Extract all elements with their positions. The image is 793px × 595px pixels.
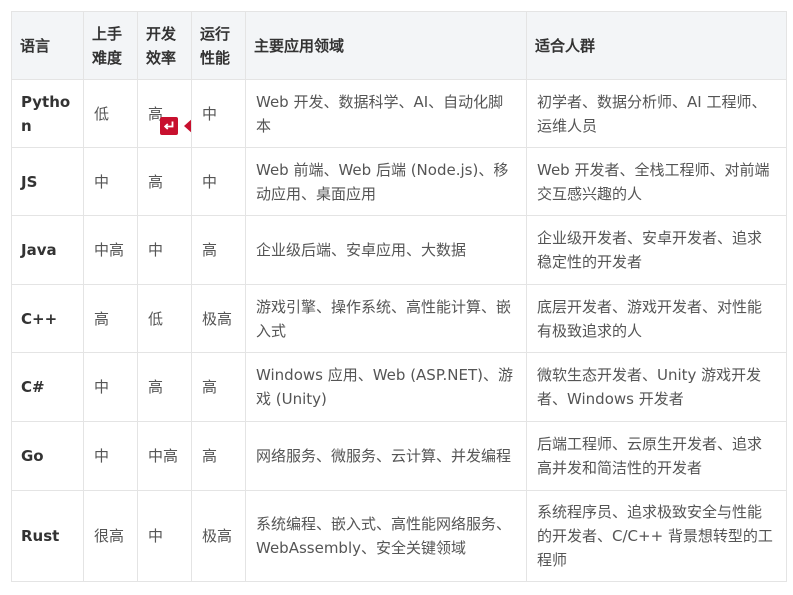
cell-lang: Python <box>11 79 84 148</box>
comparison-table-wrapper: 语言 上手难度 开发效率 运行性能 主要应用领域 适合人群 Python 低 高 <box>11 11 787 582</box>
cell-performance: 高 <box>191 215 246 285</box>
cell-efficiency: 中 <box>137 215 192 285</box>
cell-efficiency: 中 <box>137 490 192 582</box>
cell-audience: 系统程序员、追求极致安全与性能的开发者、C/C++ 背景想转型的工程师 <box>526 490 787 582</box>
cell-applications: Web 开发、数据科学、AI、自动化脚本 <box>245 79 527 148</box>
cursor-triangle-icon <box>184 118 191 134</box>
table-row: Java 中高 中 高 企业级后端、安卓应用、大数据 企业级开发者、安卓开发者、… <box>11 215 787 285</box>
cell-performance: 高 <box>191 421 246 491</box>
cell-efficiency[interactable]: 高 <box>137 79 192 148</box>
cell-lang: Rust <box>11 490 84 582</box>
cell-difficulty: 高 <box>83 284 138 353</box>
cell-audience: 后端工程师、云原生开发者、追求高并发和简洁性的开发者 <box>526 421 787 491</box>
table-row: C# 中 高 高 Windows 应用、Web (ASP.NET)、游戏 (Un… <box>11 352 787 422</box>
cell-lang: JS <box>11 147 84 216</box>
cell-performance: 极高 <box>191 490 246 582</box>
cell-performance: 中 <box>191 79 246 148</box>
table-row: Rust 很高 中 极高 系统编程、嵌入式、高性能网络服务、WebAssembl… <box>11 490 787 582</box>
cell-difficulty: 中高 <box>83 215 138 285</box>
cell-performance: 极高 <box>191 284 246 353</box>
header-lang: 语言 <box>11 11 84 80</box>
cell-audience: 底层开发者、游戏开发者、对性能有极致追求的人 <box>526 284 787 353</box>
table-header-row: 语言 上手难度 开发效率 运行性能 主要应用领域 适合人群 <box>11 11 787 80</box>
table-row: Go 中 中高 高 网络服务、微服务、云计算、并发编程 后端工程师、云原生开发者… <box>11 421 787 491</box>
cell-efficiency: 低 <box>137 284 192 353</box>
cell-audience: 微软生态开发者、Unity 游戏开发者、Windows 开发者 <box>526 352 787 422</box>
cell-difficulty: 中 <box>83 352 138 422</box>
cell-efficiency: 中高 <box>137 421 192 491</box>
cell-applications: 系统编程、嵌入式、高性能网络服务、WebAssembly、安全关键领域 <box>245 490 527 582</box>
cell-applications: 网络服务、微服务、云计算、并发编程 <box>245 421 527 491</box>
table-row: C++ 高 低 极高 游戏引擎、操作系统、高性能计算、嵌入式 底层开发者、游戏开… <box>11 284 787 353</box>
cell-lang: C# <box>11 352 84 422</box>
language-comparison-table: 语言 上手难度 开发效率 运行性能 主要应用领域 适合人群 Python 低 高 <box>11 11 787 582</box>
cell-lang: C++ <box>11 284 84 353</box>
cell-difficulty: 很高 <box>83 490 138 582</box>
cell-applications: 企业级后端、安卓应用、大数据 <box>245 215 527 285</box>
cell-audience: 企业级开发者、安卓开发者、追求稳定性的开发者 <box>526 215 787 285</box>
cell-audience: Web 开发者、全栈工程师、对前端交互感兴趣的人 <box>526 147 787 216</box>
cell-difficulty: 低 <box>83 79 138 148</box>
cell-lang: Go <box>11 421 84 491</box>
table-row: Python 低 高 中 Web 开发、数据科学、AI、自动化脚本 初学者、数据… <box>11 79 787 148</box>
cell-applications: Windows 应用、Web (ASP.NET)、游戏 (Unity) <box>245 352 527 422</box>
cell-performance: 中 <box>191 147 246 216</box>
header-audience: 适合人群 <box>526 11 787 80</box>
cell-difficulty: 中 <box>83 147 138 216</box>
header-applications: 主要应用领域 <box>245 11 527 80</box>
cell-efficiency: 高 <box>137 147 192 216</box>
cell-efficiency: 高 <box>137 352 192 422</box>
header-efficiency: 开发效率 <box>137 11 192 80</box>
header-performance: 运行性能 <box>191 11 246 80</box>
header-difficulty: 上手难度 <box>83 11 138 80</box>
cell-applications: Web 前端、Web 后端 (Node.js)、移动应用、桌面应用 <box>245 147 527 216</box>
enter-return-glyph <box>163 121 174 130</box>
enter-return-icon <box>160 117 178 135</box>
cell-lang: Java <box>11 215 84 285</box>
cell-performance: 高 <box>191 352 246 422</box>
table-row: JS 中 高 中 Web 前端、Web 后端 (Node.js)、移动应用、桌面… <box>11 147 787 216</box>
cell-applications: 游戏引擎、操作系统、高性能计算、嵌入式 <box>245 284 527 353</box>
cell-audience: 初学者、数据分析师、AI 工程师、运维人员 <box>526 79 787 148</box>
cell-difficulty: 中 <box>83 421 138 491</box>
